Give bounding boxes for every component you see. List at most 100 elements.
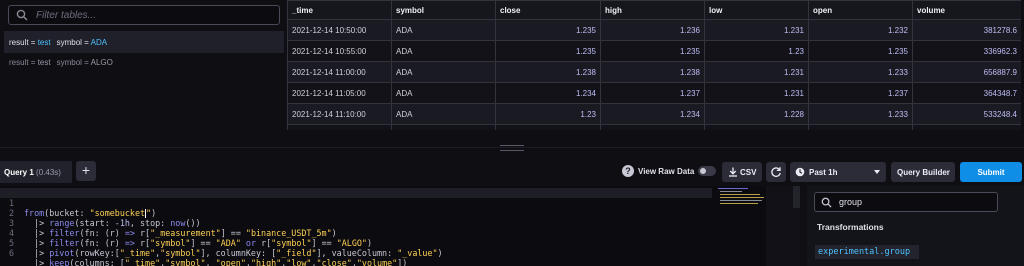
column-header[interactable]: low [704,0,809,20]
table-cell: 1.228 [704,103,809,125]
table-cell: 1.235 [495,19,601,41]
panel-resize-handle[interactable] [0,145,1024,151]
chevron-down-icon [874,170,880,174]
query-tab-time: (0.43s) [36,168,61,177]
help-icon[interactable]: ? [622,165,634,177]
toggle-knob [700,168,706,174]
table-cell: ADA [391,61,496,83]
code-line[interactable]: 2 |> range(start: -1h, stop: now()) [0,198,712,228]
table-cell: 1.235 [600,40,705,62]
table-cell: 2021-12-14 11:00:00 [287,61,392,83]
query-toolbar: Query 1 (0.43s) + ? View Raw Data CSV Pa… [0,158,1024,186]
table-value: ADA [90,38,108,47]
table-cell: ADA [391,103,496,125]
query-builder-label: Query Builder [897,168,950,177]
table-cell: 381278.6 [912,19,1021,41]
table-row: 2021-12-14 10:55:00 ADA 1.235 1.235 1.23… [287,40,1021,62]
function-search-input[interactable]: group [814,192,998,212]
drag-grip-icon[interactable] [500,145,524,151]
column-header[interactable]: volume [912,0,1021,20]
query-builder-button[interactable]: Query Builder [891,162,955,182]
table-key: result [9,58,29,67]
table-key: result [9,38,29,47]
table-cell: 2021-12-14 10:50:00 [287,19,392,41]
code-line[interactable]: 3 |> filter(fn: (r) => r["_measurement"]… [0,208,712,238]
table-list-item[interactable]: result = test symbol = ADA [4,31,284,53]
editor-scrollbar[interactable] [793,186,800,208]
table-cell: 1.232 [808,19,913,41]
time-range-dropdown[interactable]: Past 1h [790,162,886,182]
table-cell: 1.234 [495,82,601,104]
table-row: 2021-12-14 11:10:00 ADA 1.23 1.234 1.228… [287,103,1021,125]
table-cell: 1.233 [808,61,913,83]
refresh-button[interactable] [766,162,786,182]
table-value: ALGO [90,58,113,67]
code-line[interactable]: 1 from(bucket: "somebucket") [0,188,712,218]
table-cell: 1.235 [808,40,913,62]
table-cell: 1.234 [600,103,705,125]
table-cell: 1.238 [600,61,705,83]
table-cell: 336962.3 [912,40,1021,62]
function-search-value: group [839,197,863,207]
table-cell: 364348.7 [912,82,1021,104]
line-number: 6 [8,248,14,258]
table-cell: 2021-12-14 11:10:00 [287,103,392,125]
table-cell: ADA [391,82,496,104]
flux-functions-panel: group Transformations experimental.group [807,186,1024,266]
table-row: 2021-12-14 11:05:00 ADA 1.234 1.237 1.23… [287,82,1021,104]
column-header[interactable]: open [808,0,913,20]
function-category-heading: Transformations [817,222,884,232]
table-cell: 1.231 [704,19,809,41]
code-line[interactable]: 6 |> keep(columns: ["_time","symbol", "o… [0,238,712,266]
flux-script-editor[interactable]: 1 from(bucket: "somebucket") 2 |> range(… [0,186,800,266]
download-icon [729,167,737,177]
code-line[interactable]: 5 |> pivot(rowKey:["_time","symbol"], co… [0,228,712,258]
tables-panel: Filter tables... result = test symbol = A… [4,0,284,135]
time-range-label: Past 1h [809,168,838,177]
table-cell: 533248.4 [912,103,1021,125]
table-list-item[interactable]: result = test symbol = ALGO [4,51,284,73]
submit-label: Submit [977,168,1005,177]
filter-tables-placeholder: Filter tables... [36,10,97,21]
tab-query-1[interactable]: Query 1 (0.43s) [0,161,72,183]
view-raw-data-label: View Raw Data [638,167,695,176]
table-cell: 1.231 [704,82,809,104]
search-icon [821,197,832,208]
table-cell: 2021-12-14 10:55:00 [287,40,392,62]
table-cell: 1.237 [600,82,705,104]
table-cell: 1.236 [600,19,705,41]
table-value: test [37,58,51,67]
column-header[interactable]: symbol [391,0,496,20]
table-cell: 1.233 [808,103,913,125]
column-header[interactable]: _time [287,0,392,20]
table-header-row: _time symbol close high low open volume [287,0,1021,20]
table-cell: 1.237 [808,82,913,104]
table-cell: 1.23 [495,103,601,125]
query-tab-label: Query 1 [4,168,34,177]
clock-icon [795,167,805,177]
csv-label: CSV [740,168,757,177]
table-cell: 1.231 [704,61,809,83]
table-cell: ADA [391,40,496,62]
view-raw-data-toggle[interactable] [698,166,716,176]
function-item[interactable]: experimental.group [815,245,919,259]
results-area: Filter tables... result = test symbol = A… [0,0,1024,140]
table-value: test [37,38,51,47]
refresh-icon [771,167,781,177]
filter-tables-input[interactable]: Filter tables... [8,5,280,25]
code-minimap[interactable] [716,186,766,204]
table-cell: 656887.9 [912,61,1021,83]
code-line[interactable]: 4 |> filter(fn: (r) => r["symbol"] == "A… [0,218,712,248]
table-row: 2021-12-14 10:50:00 ADA 1.235 1.236 1.23… [287,19,1021,41]
table-key: symbol [56,58,82,67]
table-cell: 1.238 [495,61,601,83]
add-query-tab-button[interactable]: + [76,161,96,181]
table-cell: ADA [391,19,496,41]
csv-download-button[interactable]: CSV [722,162,762,182]
submit-button[interactable]: Submit [960,162,1022,182]
view-raw-data-control: ? View Raw Data [622,165,718,179]
column-header[interactable]: high [600,0,705,20]
column-header[interactable]: close [495,0,601,20]
results-table: _time symbol close high low open volume … [287,0,1021,136]
table-row: 2021-12-14 11:00:00 ADA 1.238 1.238 1.23… [287,61,1021,83]
